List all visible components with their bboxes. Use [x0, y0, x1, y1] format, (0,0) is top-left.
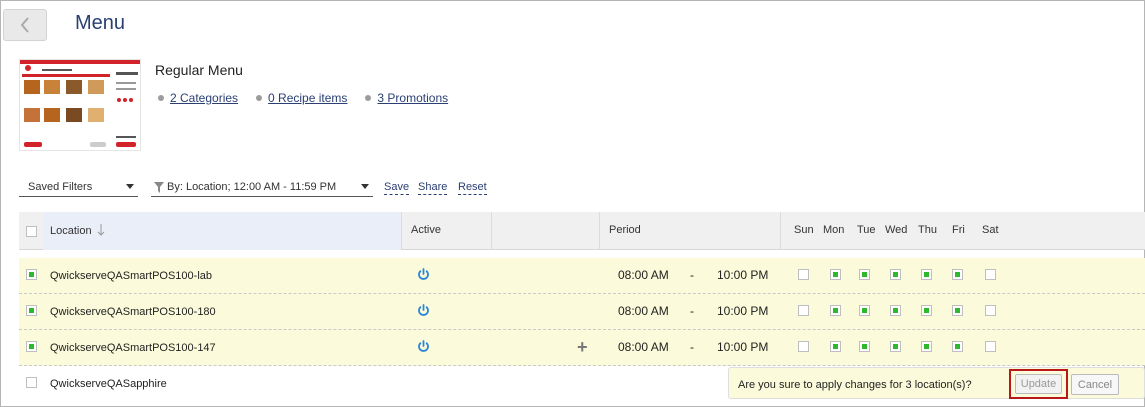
saved-filters-dropdown[interactable]: Saved Filters [19, 178, 138, 197]
power-icon[interactable] [417, 340, 430, 356]
saved-filters-label: Saved Filters [28, 181, 93, 193]
day-checkbox-thu[interactable] [921, 305, 932, 316]
day-checkbox-sat[interactable] [985, 269, 996, 280]
day-checkbox-sat[interactable] [985, 341, 996, 352]
table-row[interactable]: QwickserveQASmartPOS100-147 +08:00 AM - 10:… [19, 330, 1145, 366]
save-filter-link[interactable]: Save [384, 181, 410, 195]
page-title: Menu [75, 12, 126, 34]
row-select-checkbox[interactable] [26, 305, 37, 316]
share-filter-link[interactable]: Share [418, 181, 448, 195]
location-column-header[interactable]: Location [50, 224, 105, 237]
active-filter-label: By: Location; 12:00 AM - 11:59 PM [167, 181, 337, 193]
add-period-icon[interactable]: + [577, 338, 588, 356]
period-start-time[interactable]: 08:00 AM [618, 340, 669, 354]
day-checkbox-sun[interactable] [798, 341, 809, 352]
day-checkbox-thu[interactable] [921, 269, 932, 280]
day-checkbox-sun[interactable] [798, 269, 809, 280]
bullet-dot [365, 95, 372, 101]
period-separator: - [690, 268, 694, 282]
active-filter-dropdown[interactable]: By: Location; 12:00 AM - 11:59 PM [151, 178, 373, 197]
day-checkbox-mon[interactable] [830, 305, 841, 316]
sort-down-icon [97, 224, 105, 236]
day-header-sat: Sat [982, 224, 999, 236]
menu-name: Regular Menu [155, 62, 243, 78]
day-checkbox-thu[interactable] [921, 341, 932, 352]
period-start-time[interactable]: 08:00 AM [618, 304, 669, 318]
day-checkbox-wed[interactable] [890, 269, 901, 280]
day-checkbox-mon[interactable] [830, 341, 841, 352]
recipe-items-link[interactable]: 0 Recipe items [268, 91, 347, 105]
day-checkbox-sat[interactable] [985, 305, 996, 316]
column-divider [780, 212, 781, 250]
day-checkbox-wed[interactable] [890, 341, 901, 352]
promotions-link[interactable]: 3 Promotions [377, 91, 448, 105]
update-button[interactable]: Update [1015, 374, 1062, 394]
bullet-dot [158, 95, 164, 101]
location-name: QwickserveQASmartPOS100-180 [50, 306, 216, 318]
column-divider [599, 212, 600, 250]
row-select-checkbox[interactable] [26, 269, 37, 280]
day-checkbox-mon[interactable] [830, 269, 841, 280]
menu-summary-links: 2 Categories 0 Recipe items 3 Promotions [158, 91, 466, 105]
day-header-thu: Thu [918, 224, 937, 236]
location-name: QwickserveQASmartPOS100-147 [50, 342, 216, 354]
chevron-down-icon [361, 184, 369, 189]
chevron-left-icon [20, 17, 29, 33]
column-divider [491, 212, 492, 250]
confirm-message: Are you sure to apply changes for 3 loca… [738, 379, 972, 391]
period-end-time[interactable]: 10:00 PM [717, 268, 768, 282]
active-column-header: Active [411, 224, 441, 236]
location-name: QwickserveQASapphire [50, 378, 167, 390]
day-checkbox-fri[interactable] [952, 269, 963, 280]
period-separator: - [690, 304, 694, 318]
reset-filter-link[interactable]: Reset [458, 181, 487, 195]
day-checkbox-wed[interactable] [890, 305, 901, 316]
back-button[interactable] [3, 9, 47, 41]
power-icon[interactable] [417, 268, 430, 284]
day-header-fri: Fri [952, 224, 965, 236]
cancel-button[interactable]: Cancel [1071, 374, 1119, 395]
bullet-dot [256, 95, 263, 101]
day-header-sun: Sun [794, 224, 814, 236]
period-end-time[interactable]: 10:00 PM [717, 304, 768, 318]
day-checkbox-sun[interactable] [798, 305, 809, 316]
period-separator: - [690, 340, 694, 354]
column-divider [401, 212, 402, 250]
update-button-highlight: Update [1009, 369, 1068, 399]
row-select-checkbox[interactable] [26, 377, 37, 388]
location-header-label: Location [50, 225, 92, 237]
period-start-time[interactable]: 08:00 AM [618, 268, 669, 282]
table-row[interactable]: QwickserveQASmartPOS100-180 08:00 AM - 10:0… [19, 294, 1145, 330]
confirm-bar: Are you sure to apply changes for 3 loca… [728, 367, 1145, 399]
row-select-checkbox[interactable] [26, 341, 37, 352]
period-end-time[interactable]: 10:00 PM [717, 340, 768, 354]
day-header-tue: Tue [857, 224, 876, 236]
menu-thumbnail [19, 59, 141, 151]
period-column-header: Period [609, 224, 641, 236]
day-header-wed: Wed [885, 224, 908, 236]
location-name: QwickserveQASmartPOS100-lab [50, 270, 212, 282]
power-icon[interactable] [417, 304, 430, 320]
categories-link[interactable]: 2 Categories [170, 91, 238, 105]
select-all-checkbox[interactable] [26, 226, 37, 237]
day-checkbox-tue[interactable] [859, 305, 870, 316]
day-header-mon: Mon [823, 224, 845, 236]
day-checkbox-fri[interactable] [952, 341, 963, 352]
day-checkbox-tue[interactable] [859, 269, 870, 280]
table-row[interactable]: QwickserveQASmartPOS100-lab 08:00 AM - 10:0… [19, 258, 1145, 294]
grid-header: Location Active Period Sun Mon Tue Wed T… [19, 212, 1145, 250]
day-checkbox-tue[interactable] [859, 341, 870, 352]
day-checkbox-fri[interactable] [952, 305, 963, 316]
chevron-down-icon [126, 184, 134, 189]
filter-icon [154, 181, 164, 193]
